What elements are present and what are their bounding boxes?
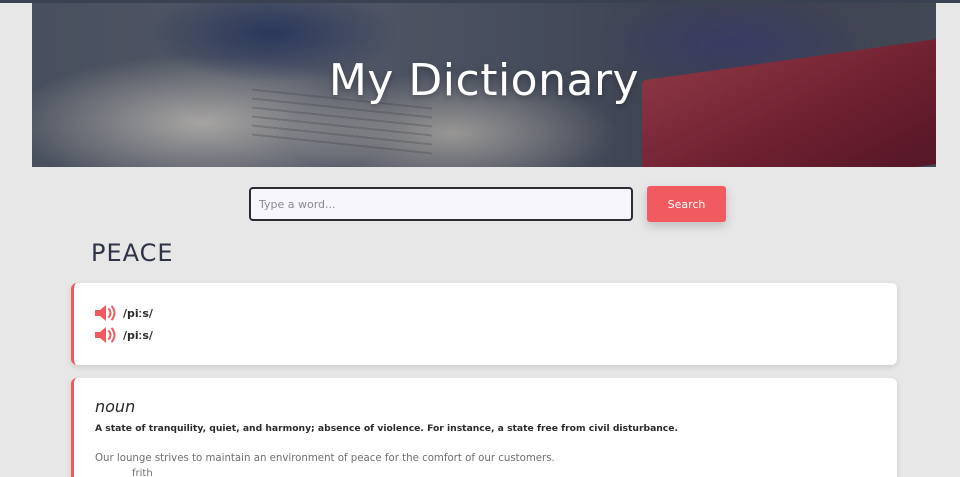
app-title: My Dictionary bbox=[328, 55, 640, 106]
phonetic-row: /piːs/ bbox=[94, 304, 153, 322]
speaker-icon[interactable] bbox=[94, 304, 120, 322]
speaker-icon[interactable] bbox=[94, 326, 120, 344]
hero-banner: My Dictionary bbox=[32, 3, 936, 167]
meaning-card: noun A state of tranquility, quiet, and … bbox=[71, 378, 897, 477]
phonetic-row: /piːs/ bbox=[94, 326, 153, 344]
phonetic-text: /piːs/ bbox=[123, 306, 153, 320]
phonetic-text: /piːs/ bbox=[123, 328, 153, 342]
word-title: PEACE bbox=[91, 239, 174, 267]
search-button[interactable]: Search bbox=[647, 186, 726, 222]
definition-text: A state of tranquility, quiet, and harmo… bbox=[95, 423, 678, 434]
phonetics-card: /piːs/ /piːs/ bbox=[71, 283, 897, 365]
example-text: Our lounge strives to maintain an enviro… bbox=[95, 453, 555, 464]
synonym-item[interactable]: frith bbox=[132, 468, 153, 477]
search-input[interactable] bbox=[249, 187, 633, 221]
part-of-speech: noun bbox=[95, 397, 136, 416]
